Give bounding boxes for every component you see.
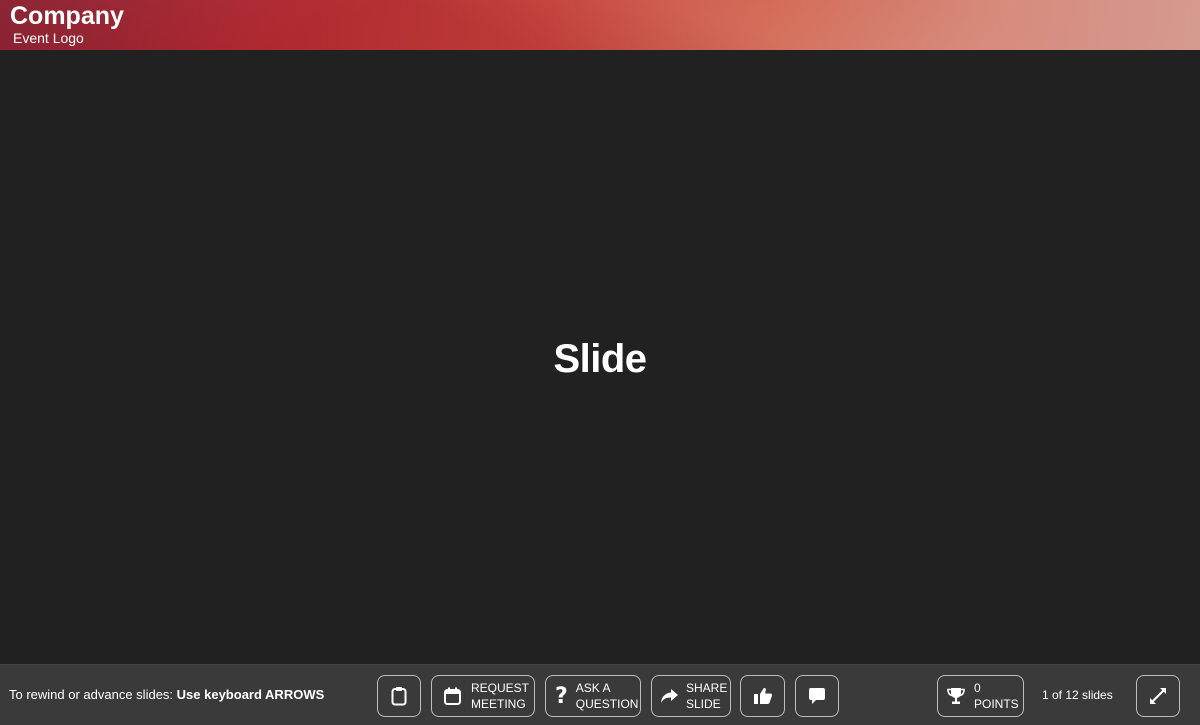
calendar-icon <box>444 687 461 705</box>
ask-question-button[interactable]: ? ASK A QUESTION <box>545 675 641 717</box>
slide-title: Slide <box>553 337 647 381</box>
share-slide-button[interactable]: SHARE SLIDE <box>651 675 731 717</box>
comment-icon <box>808 687 826 705</box>
request-meeting-button[interactable]: REQUEST MEETING <box>431 675 535 717</box>
ask-question-label-line2: QUESTION <box>575 697 639 711</box>
request-meeting-label-line2: MEETING <box>471 697 526 711</box>
presentation-toolbar: To rewind or advance slides: Use keyboar… <box>0 664 1200 725</box>
question-icon: ? <box>555 683 568 709</box>
points-value: 0 <box>974 681 981 695</box>
company-name: Company <box>10 2 124 30</box>
fullscreen-button[interactable] <box>1136 675 1180 717</box>
navigation-hint-text: To rewind or advance slides: <box>9 687 177 702</box>
comment-button[interactable] <box>795 675 839 717</box>
slide-counter: 1 of 12 slides <box>1042 688 1113 702</box>
points-label: POINTS <box>974 697 1019 711</box>
event-logo: Company Event Logo <box>10 2 124 46</box>
event-logo-label: Event Logo <box>13 30 84 46</box>
share-arrow-icon <box>660 688 679 704</box>
points-button[interactable]: 0 POINTS <box>937 675 1024 717</box>
share-slide-label-line2: SLIDE <box>686 697 721 711</box>
event-header: Company Event Logo <box>0 0 1200 50</box>
ask-question-label-line1: ASK A <box>575 681 611 695</box>
navigation-hint-emphasis: Use keyboard ARROWS <box>176 687 325 702</box>
clipboard-button[interactable] <box>377 675 421 717</box>
slide-stage: Slide <box>0 50 1200 664</box>
navigation-hint: To rewind or advance slides: Use keyboar… <box>9 687 324 702</box>
thumbs-up-icon <box>753 687 773 705</box>
share-slide-label-line1: SHARE <box>686 681 728 695</box>
clipboard-icon <box>391 686 407 706</box>
request-meeting-label-line1: REQUEST <box>471 681 530 695</box>
expand-icon <box>1148 686 1168 706</box>
like-button[interactable] <box>740 675 785 717</box>
trophy-icon <box>946 687 966 705</box>
